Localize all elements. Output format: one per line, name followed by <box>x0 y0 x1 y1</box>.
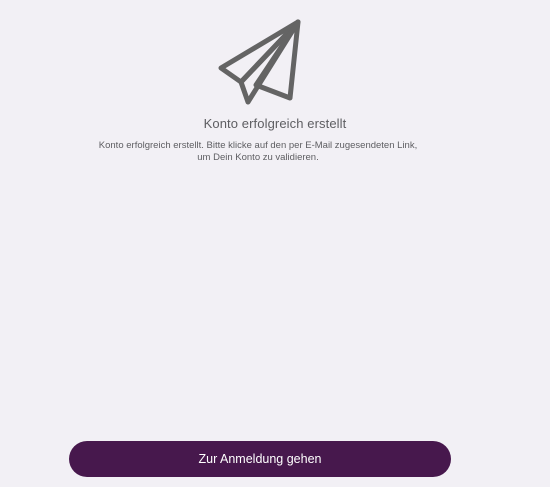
go-to-login-button[interactable]: Zur Anmeldung gehen <box>69 441 451 477</box>
confirmation-message: Konto erfolgreich erstellt. Bitte klicke… <box>98 140 418 163</box>
paper-plane-icon <box>216 18 306 106</box>
account-created-screen: Konto erfolgreich erstellt Konto erfolgr… <box>0 0 550 487</box>
page-title: Konto erfolgreich erstellt <box>203 116 347 131</box>
